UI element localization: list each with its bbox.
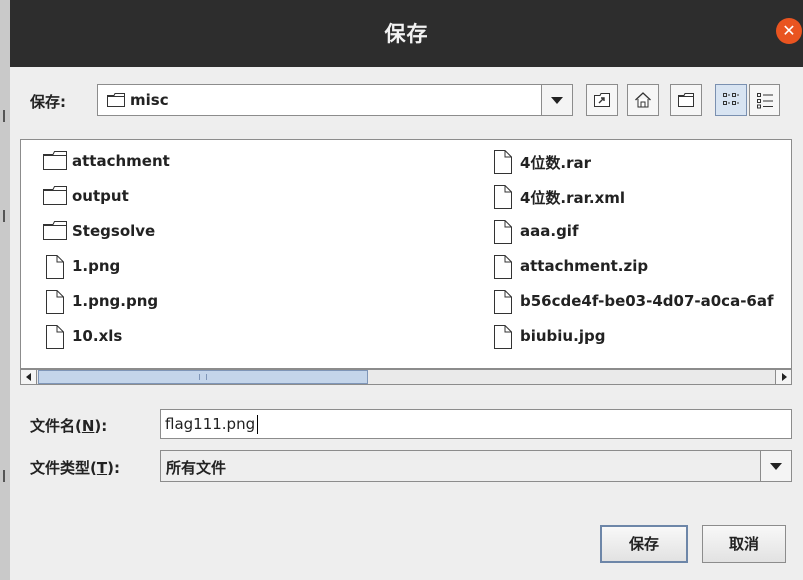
file-name: Stegsolve (72, 222, 156, 240)
file-icon (494, 220, 512, 244)
filetype-value: 所有文件 (166, 459, 227, 477)
file-icon (46, 255, 64, 279)
details-view-icon (757, 93, 773, 109)
filename-input[interactable]: flag111.png (160, 409, 792, 439)
cancel-button[interactable]: 取消 (702, 525, 786, 563)
file-name: 4位数.rar.xml (520, 189, 626, 207)
lookin-combobox[interactable]: misc (97, 84, 573, 116)
save-button[interactable]: 保存 (600, 525, 688, 563)
home-button[interactable] (627, 84, 659, 116)
file-icon (494, 290, 512, 314)
lookin-label: 保存: (30, 93, 66, 111)
file-name: attachment.zip (520, 257, 649, 275)
folder-icon (43, 186, 67, 205)
folder-icon (43, 221, 67, 240)
file-name: attachment (72, 152, 170, 170)
horizontal-scrollbar[interactable] (20, 369, 792, 385)
up-one-level-button[interactable] (586, 84, 618, 116)
chevron-down-icon[interactable] (541, 85, 572, 115)
file-list[interactable]: attachment output Stegsolve 1.png 1.png.… (20, 139, 792, 369)
folder-icon (107, 93, 125, 107)
file-icon (494, 325, 512, 349)
file-name: 10.xls (72, 327, 123, 345)
save-dialog-body: 保存: misc attachment output Stegsolve 1.p… (10, 67, 803, 580)
chevron-down-icon[interactable] (760, 451, 791, 481)
lookin-value: misc (130, 91, 169, 109)
dialog-title: 保存 (384, 22, 429, 46)
close-icon[interactable]: ✕ (776, 18, 802, 44)
file-icon (494, 185, 512, 209)
scrollbar-thumb[interactable] (38, 370, 368, 384)
file-icon (494, 150, 512, 174)
scroll-left-icon[interactable] (21, 370, 37, 384)
file-name: aaa.gif (520, 222, 579, 240)
title-bar[interactable]: 保存 ✕ (10, 0, 803, 67)
new-folder-icon (678, 93, 694, 107)
file-icon (494, 255, 512, 279)
filename-label: 文件名(N): (30, 417, 108, 435)
list-view-icon (723, 93, 739, 105)
filetype-combobox[interactable]: 所有文件 (160, 450, 792, 482)
file-name: biubiu.jpg (520, 327, 606, 345)
folder-icon (43, 151, 67, 170)
file-icon (46, 290, 64, 314)
file-icon (46, 325, 64, 349)
text-caret (257, 415, 258, 434)
up-one-level-icon (594, 93, 610, 107)
home-icon (635, 92, 651, 108)
scroll-right-icon[interactable] (775, 370, 791, 384)
background-window-edge (0, 0, 10, 580)
file-name: 1.png.png (72, 292, 159, 310)
file-name: output (72, 187, 129, 205)
file-name: 4位数.rar (520, 154, 592, 172)
list-view-button[interactable] (715, 84, 747, 116)
new-folder-button[interactable] (670, 84, 702, 116)
details-view-button[interactable] (749, 84, 780, 116)
filename-value: flag111.png (165, 415, 256, 433)
file-name: b56cde4f-be03-4d07-a0ca-6af (520, 292, 774, 310)
file-name: 1.png (72, 257, 121, 275)
filetype-label: 文件类型(T): (30, 459, 120, 477)
